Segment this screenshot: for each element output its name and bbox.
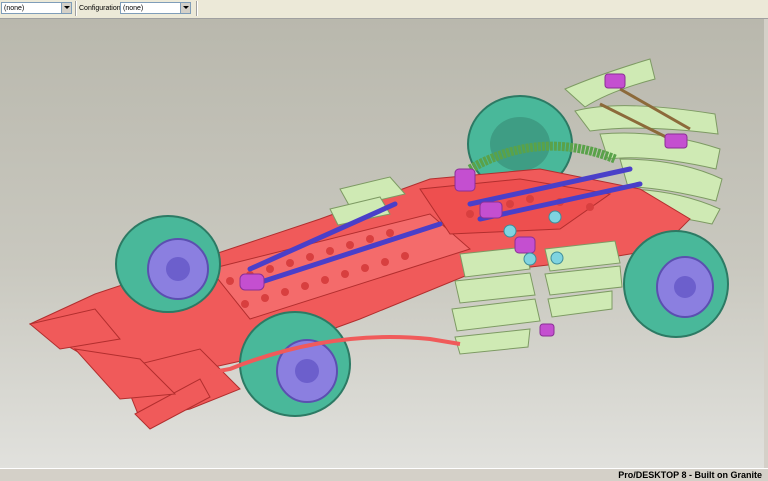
toolbar-separator bbox=[196, 1, 197, 16]
chevron-down-icon[interactable] bbox=[61, 3, 71, 13]
configuration-label: Configuration: bbox=[79, 5, 123, 12]
configuration-dropdown-value: (none) bbox=[123, 5, 144, 12]
chevron-down-icon[interactable] bbox=[180, 3, 190, 13]
selection-dropdown[interactable]: (none) bbox=[1, 2, 72, 14]
front-left-wheel bbox=[115, 215, 221, 313]
toolbar-separator bbox=[75, 1, 76, 16]
model-viewport[interactable] bbox=[0, 19, 768, 468]
front-right-wheel bbox=[239, 311, 351, 417]
car-model-render bbox=[28, 58, 729, 430]
status-text: Pro/DESKTOP 8 - Built on Granite bbox=[618, 470, 762, 480]
configuration-dropdown[interactable]: (none) bbox=[120, 2, 191, 14]
status-bar: Pro/DESKTOP 8 - Built on Granite bbox=[0, 468, 768, 481]
selection-dropdown-value: (none) bbox=[4, 5, 25, 12]
rear-right-wheel bbox=[623, 230, 729, 338]
top-toolbar: (none) Configuration: (none) bbox=[0, 0, 768, 19]
